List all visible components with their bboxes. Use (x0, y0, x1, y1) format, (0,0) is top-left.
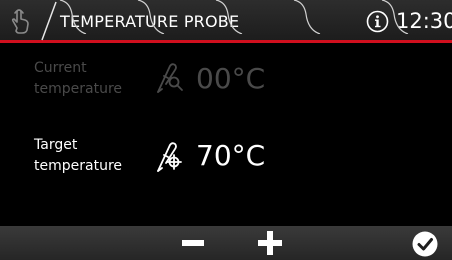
hand-touch-icon[interactable] (4, 6, 38, 36)
target-temperature-value: 70°C (196, 139, 266, 172)
current-temperature-label: Current temperature (34, 60, 122, 97)
bottom-toolbar (0, 226, 452, 260)
title-divider (41, 1, 57, 41)
confirm-check-icon[interactable] (412, 231, 438, 257)
plus-icon-vertical[interactable] (267, 231, 273, 255)
title-accent-line (0, 40, 452, 43)
current-temperature-value: 00°C (196, 62, 266, 95)
confirm-button[interactable] (400, 0, 452, 34)
decrease-button[interactable] (160, 0, 226, 34)
toolbar-separator (59, 0, 87, 34)
probe-target-icon (157, 142, 182, 172)
increase-button[interactable] (238, 0, 304, 34)
target-temperature-label: Target temperature (34, 137, 122, 174)
minus-icon[interactable] (182, 240, 204, 246)
probe-magnifier-icon (157, 63, 183, 93)
